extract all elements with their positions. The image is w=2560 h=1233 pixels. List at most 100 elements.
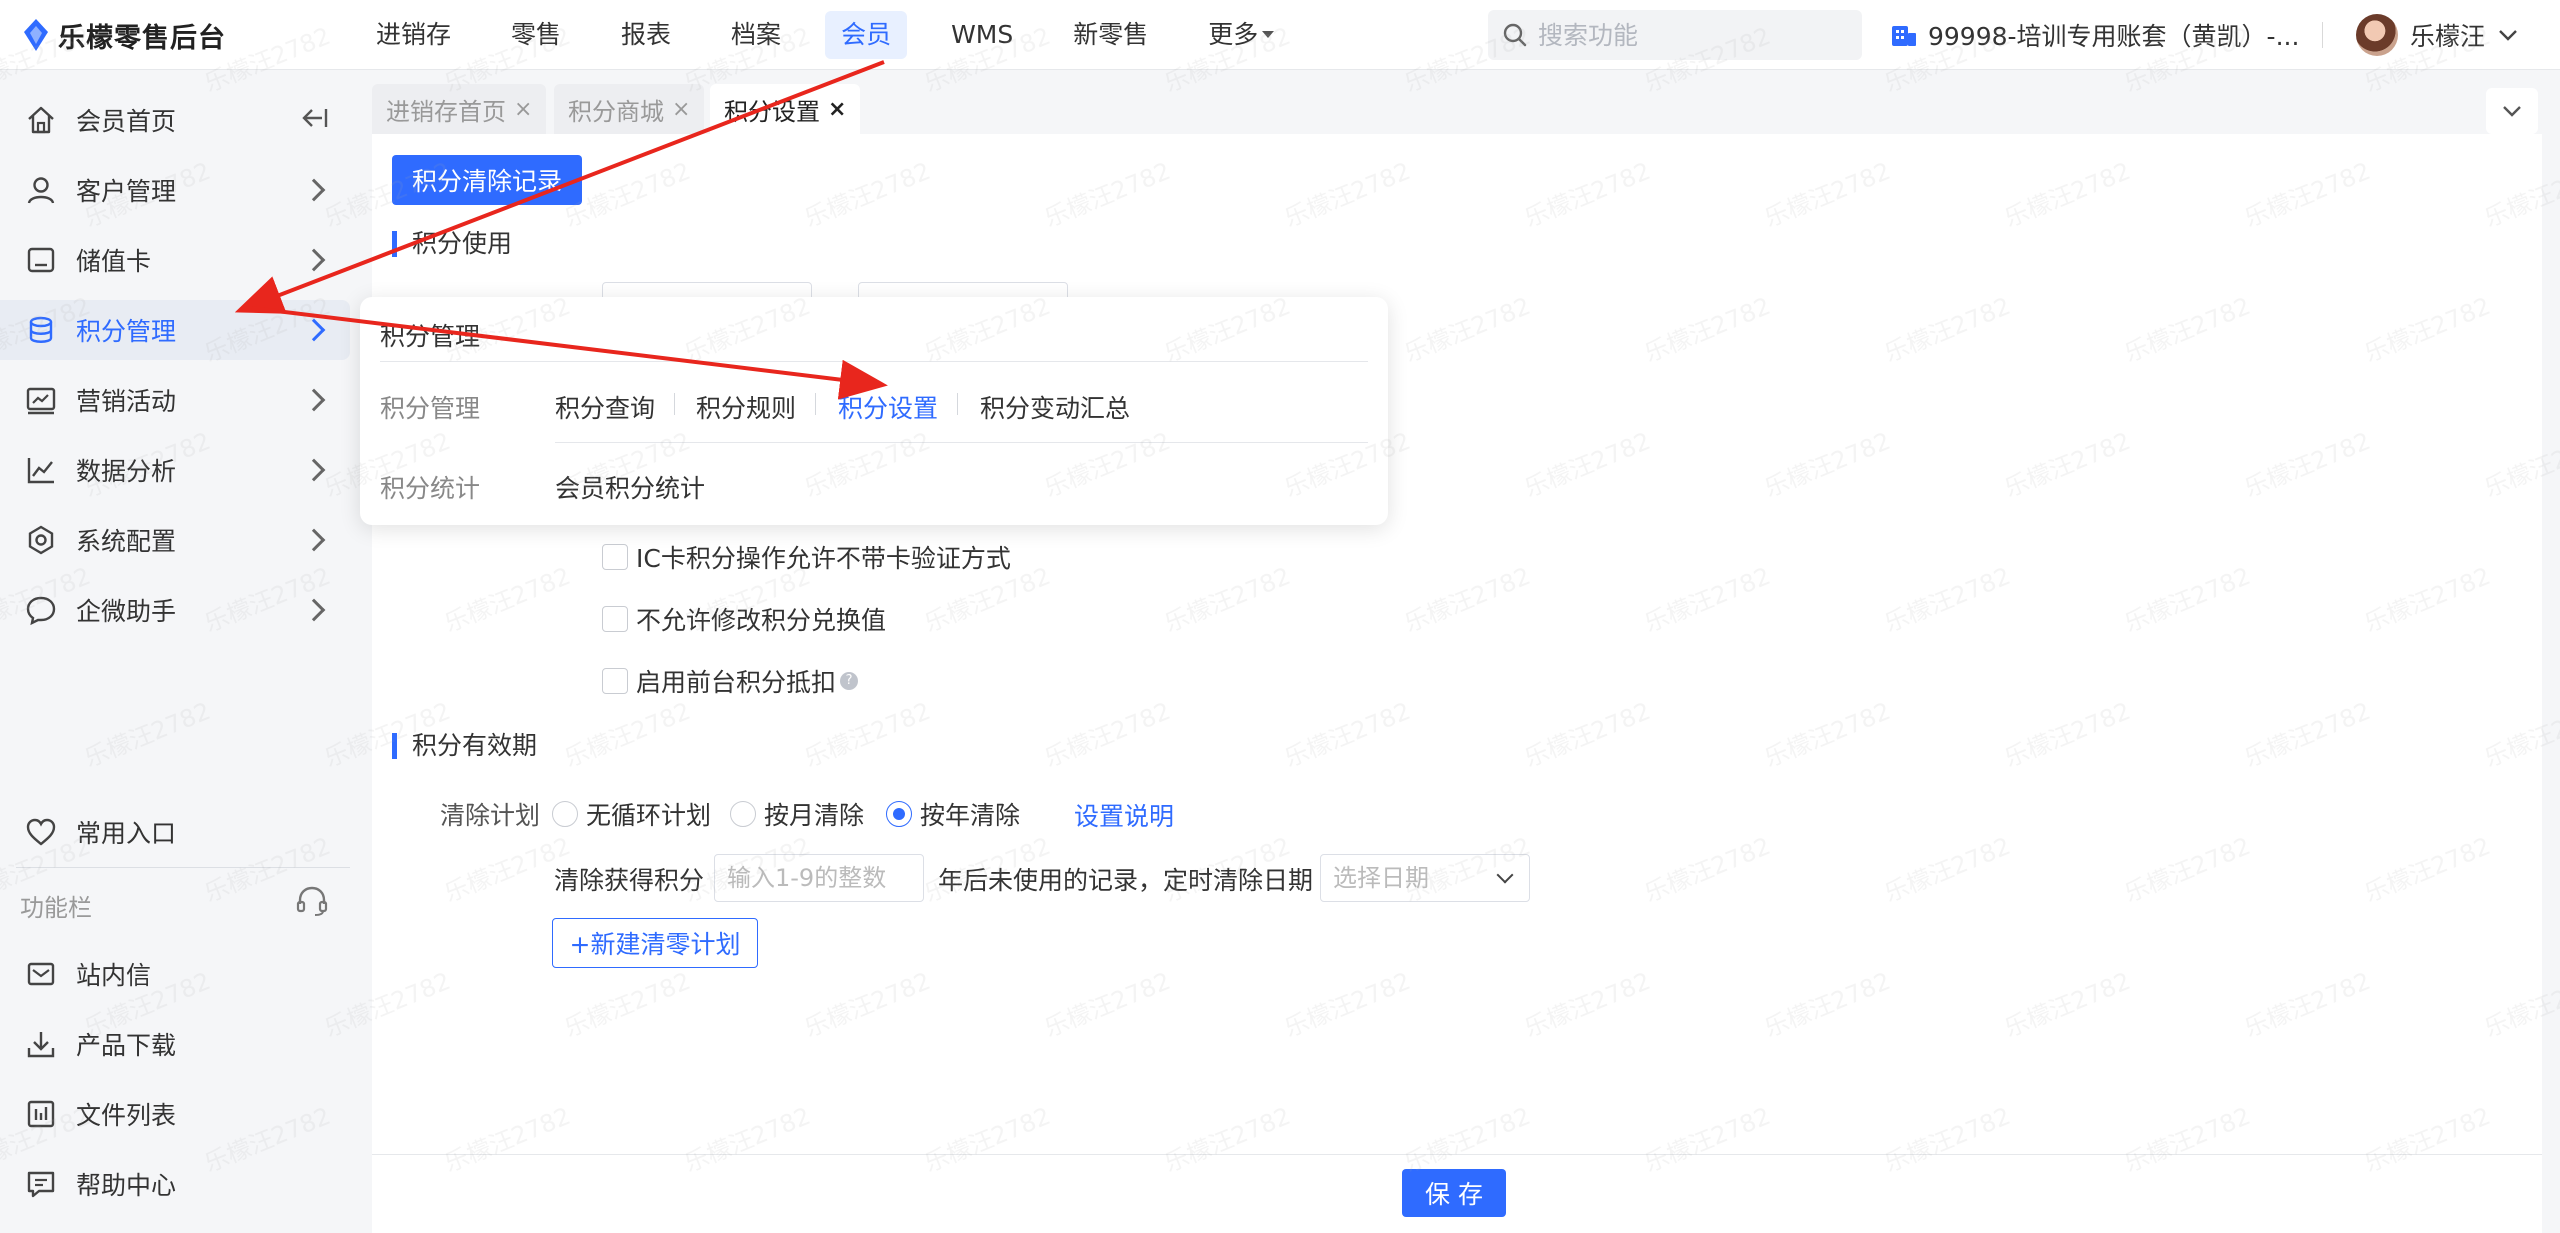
flyout-title: 积分管理 bbox=[380, 322, 481, 351]
close-icon[interactable]: × bbox=[828, 97, 846, 122]
flyout-link-points-query[interactable]: 积分查询 bbox=[555, 389, 655, 425]
chat-icon bbox=[24, 593, 58, 627]
flyout-link-separator bbox=[957, 393, 958, 415]
option-ic-card-no-card[interactable]: IC卡积分操作允许不带卡验证方式 bbox=[602, 539, 1011, 575]
sidebar-item-system-config[interactable]: 系统配置 bbox=[0, 510, 350, 570]
headset-icon[interactable] bbox=[294, 884, 330, 918]
user-name: 乐檬汪 bbox=[2410, 22, 2486, 51]
sidebar-item-messages[interactable]: 站内信 bbox=[0, 944, 350, 1004]
sidebar: 会员首页 客户管理 储值卡 积分管理 营销活动 数据分析 系统配置 企微助手 常… bbox=[0, 70, 352, 1233]
sidebar-item-favorites[interactable]: 常用入口 bbox=[0, 802, 350, 862]
chevron-right-icon bbox=[302, 178, 326, 202]
chevron-right-icon bbox=[302, 458, 326, 482]
settings-hex-icon bbox=[24, 523, 58, 557]
nav-item-new-retail[interactable]: 新零售 bbox=[1057, 11, 1164, 59]
save-button[interactable]: 保 存 bbox=[1402, 1169, 1506, 1217]
flyout-link-points-change-summary[interactable]: 积分变动汇总 bbox=[980, 389, 1130, 425]
building-icon bbox=[1892, 26, 1916, 46]
sidebar-item-file-list[interactable]: 文件列表 bbox=[0, 1084, 350, 1144]
clear-records-button[interactable]: 积分清除记录 bbox=[392, 155, 582, 205]
date-input[interactable] bbox=[1333, 864, 1517, 892]
question-icon[interactable]: ? bbox=[840, 672, 859, 690]
sidebar-item-wecom-assistant[interactable]: 企微助手 bbox=[0, 580, 350, 640]
sidebar-item-help-center[interactable]: 帮助中心 bbox=[0, 1154, 350, 1214]
chevron-right-icon bbox=[302, 318, 326, 342]
tab-points-mall[interactable]: 积分商城 × bbox=[554, 84, 705, 134]
sidebar-item-label: 文件列表 bbox=[76, 1101, 177, 1130]
flyout-link-points-rules[interactable]: 积分规则 bbox=[696, 389, 796, 425]
sidebar-item-label: 帮助中心 bbox=[76, 1171, 177, 1200]
chevron-right-icon bbox=[302, 248, 326, 272]
collapse-sidebar-icon[interactable] bbox=[296, 103, 330, 133]
nav-item-archives[interactable]: 档案 bbox=[715, 11, 797, 59]
radio-button[interactable] bbox=[730, 801, 756, 827]
flyout-divider bbox=[555, 442, 1368, 443]
flyout-divider bbox=[380, 361, 1368, 362]
tab-points-settings[interactable]: 积分设置 × bbox=[710, 84, 861, 134]
app-logo[interactable]: 乐檬零售后台 bbox=[22, 16, 226, 54]
sidebar-item-points-management[interactable]: 积分管理 bbox=[0, 300, 350, 360]
search-box[interactable] bbox=[1488, 10, 1862, 60]
flyout-link-member-points-stats[interactable]: 会员积分统计 bbox=[555, 469, 705, 505]
option-label: 启用前台积分抵扣 bbox=[636, 668, 837, 697]
radio-button-checked[interactable] bbox=[886, 801, 912, 827]
years-input[interactable] bbox=[727, 864, 911, 892]
account-label: 99998-培训专用账套（黄凯）-... bbox=[1928, 22, 2300, 51]
chevron-right-icon bbox=[302, 388, 326, 412]
option-enable-front-deduction[interactable]: 启用前台积分抵扣 ? bbox=[602, 663, 859, 699]
tabs-more-button[interactable] bbox=[2486, 88, 2538, 134]
tab-inventory-home[interactable]: 进销存首页 × bbox=[372, 84, 547, 134]
search-input[interactable] bbox=[1538, 20, 1838, 50]
close-icon[interactable]: × bbox=[672, 97, 690, 122]
chevron-right-icon bbox=[302, 598, 326, 622]
heart-icon bbox=[24, 815, 58, 849]
radio-no-cycle[interactable]: 无循环计划 bbox=[552, 796, 711, 832]
nav-item-members[interactable]: 会员 bbox=[825, 11, 908, 59]
flyout-link-points-settings[interactable]: 积分设置 bbox=[838, 389, 938, 425]
settings-help-link[interactable]: 设置说明 bbox=[1074, 797, 1174, 833]
option-label: 不允许修改积分兑换值 bbox=[636, 606, 887, 635]
nav-item-wms[interactable]: WMS bbox=[935, 11, 1029, 59]
nav-item-retail[interactable]: 零售 bbox=[495, 11, 577, 59]
radio-monthly[interactable]: 按月清除 bbox=[730, 796, 864, 832]
chevron-down-icon bbox=[2499, 30, 2517, 41]
account-switcher[interactable]: 99998-培训专用账套（黄凯）-... bbox=[1890, 16, 2299, 54]
footer-bar: 保 存 bbox=[372, 1154, 2542, 1233]
sidebar-item-label: 营销活动 bbox=[76, 387, 177, 416]
sidebar-item-customers[interactable]: 客户管理 bbox=[0, 160, 350, 220]
sidebar-item-label: 站内信 bbox=[76, 961, 152, 990]
sidebar-item-stored-value-card[interactable]: 储值卡 bbox=[0, 230, 350, 290]
nav-item-reports[interactable]: 报表 bbox=[605, 11, 687, 59]
sidebar-item-label: 系统配置 bbox=[76, 527, 177, 556]
close-icon[interactable]: × bbox=[514, 97, 532, 122]
radio-yearly[interactable]: 按年清除 bbox=[886, 796, 1020, 832]
sidebar-item-label: 积分管理 bbox=[76, 317, 177, 346]
database-icon bbox=[24, 313, 58, 347]
option-disallow-edit-exchange[interactable]: 不允许修改积分兑换值 bbox=[602, 601, 886, 637]
date-select[interactable] bbox=[1320, 854, 1530, 902]
chart-board-icon bbox=[24, 383, 58, 417]
option-label: IC卡积分操作允许不带卡验证方式 bbox=[636, 544, 1011, 573]
points-settings-page: 积分清除记录 积分使用 IC卡积分操作允许不带卡验证方式 不允许修改积分兑换值 … bbox=[372, 134, 2542, 1154]
sidebar-item-data-analysis[interactable]: 数据分析 bbox=[0, 440, 350, 500]
radio-label: 按年清除 bbox=[920, 801, 1021, 830]
checkbox[interactable] bbox=[602, 544, 628, 570]
sidebar-item-label: 企微助手 bbox=[76, 597, 177, 626]
nav-item-inventory[interactable]: 进销存 bbox=[360, 11, 467, 59]
clear-obtained-label: 清除获得积分 bbox=[554, 866, 705, 895]
nav-item-more[interactable]: 更多 bbox=[1192, 11, 1290, 59]
checkbox[interactable] bbox=[602, 668, 628, 694]
sidebar-item-marketing[interactable]: 营销活动 bbox=[0, 370, 350, 430]
flyout-group-label: 积分统计 bbox=[380, 474, 481, 503]
mail-icon bbox=[24, 957, 58, 991]
header-divider bbox=[2322, 22, 2323, 48]
years-field[interactable] bbox=[714, 854, 924, 902]
sidebar-item-label: 客户管理 bbox=[76, 177, 177, 206]
radio-button[interactable] bbox=[552, 801, 578, 827]
new-clear-plan-button[interactable]: +新建清零计划 bbox=[552, 918, 758, 968]
checkbox[interactable] bbox=[602, 606, 628, 632]
user-menu[interactable]: 乐檬汪 bbox=[2356, 12, 2519, 58]
sidebar-item-label: 储值卡 bbox=[76, 247, 152, 276]
sidebar-item-label: 数据分析 bbox=[76, 457, 177, 486]
sidebar-item-product-download[interactable]: 产品下载 bbox=[0, 1014, 350, 1074]
